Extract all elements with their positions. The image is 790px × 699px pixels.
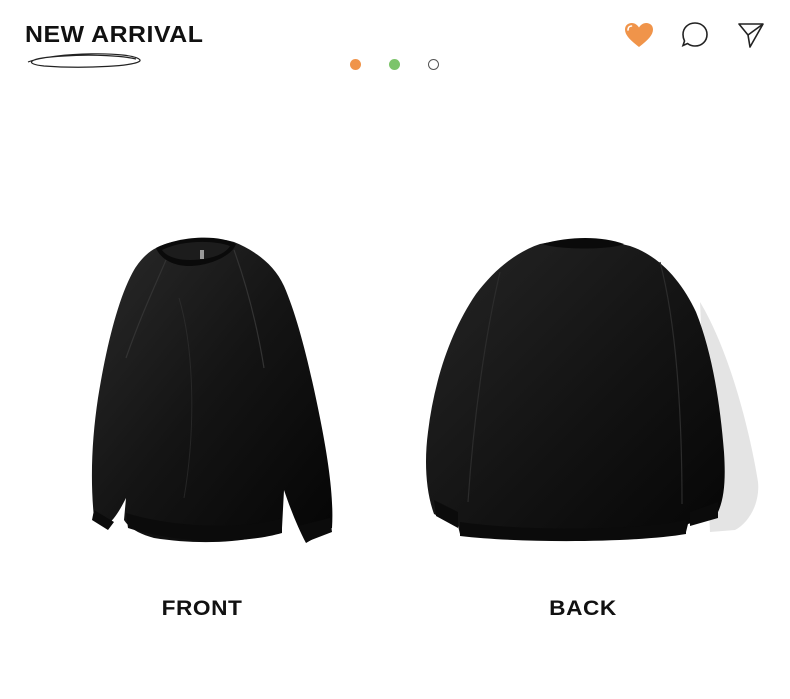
action-icons bbox=[622, 18, 767, 51]
comment-icon bbox=[681, 21, 708, 47]
share-button[interactable] bbox=[734, 18, 767, 51]
sweatshirt-back-image bbox=[426, 238, 759, 542]
carousel-indicator bbox=[350, 59, 439, 70]
heart-icon bbox=[624, 22, 653, 47]
front-view-label: FRONT bbox=[161, 597, 243, 620]
back-view-label: BACK bbox=[549, 597, 617, 620]
like-button[interactable] bbox=[622, 18, 655, 51]
comment-button[interactable] bbox=[678, 18, 711, 51]
carousel-dot-3[interactable] bbox=[428, 59, 439, 70]
title-underline-swoosh bbox=[27, 53, 141, 68]
carousel-dot-1[interactable] bbox=[350, 59, 361, 70]
sweatshirt-front-image bbox=[91, 237, 333, 543]
page-title: NEW ARRIVAL bbox=[25, 21, 204, 47]
carousel-dot-2[interactable] bbox=[389, 59, 400, 70]
share-icon bbox=[737, 22, 764, 48]
